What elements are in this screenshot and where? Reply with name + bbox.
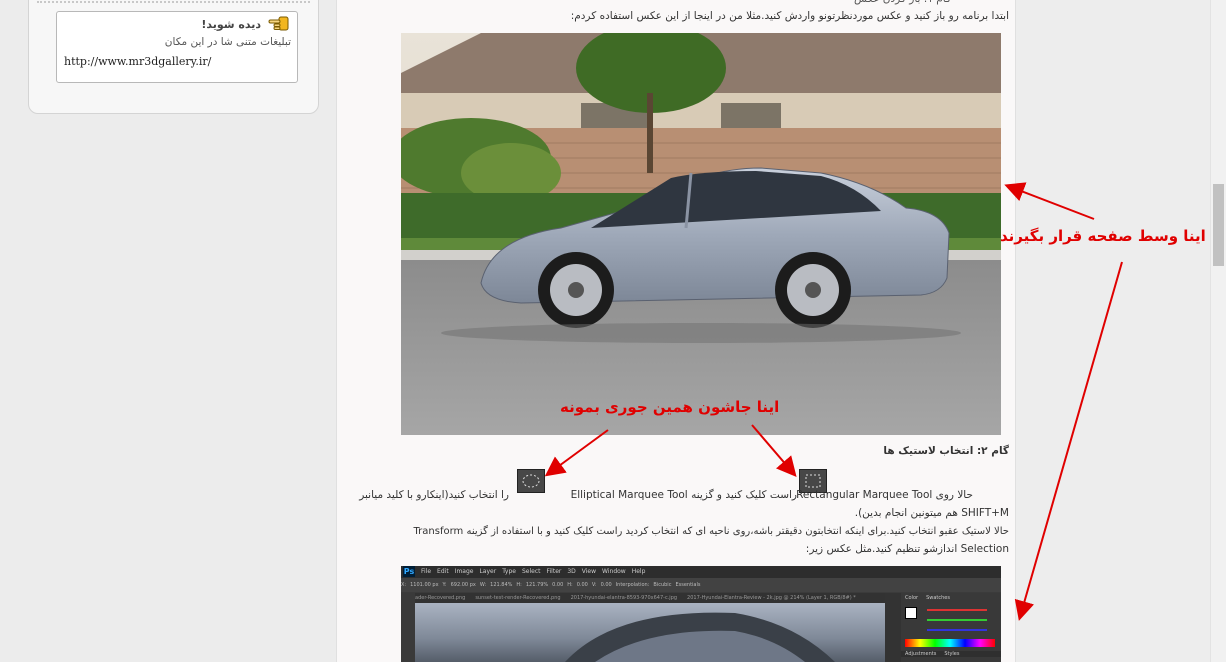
page-scrollbar[interactable]	[1210, 0, 1226, 662]
ps-tab: ader-Recovered.png	[415, 595, 466, 601]
tools-note-annotation: اینا جاشون همین جوری بمونه	[560, 398, 780, 416]
sidebar-widget: دیده شوید! تبلیغات متنی شا در این مکان h…	[28, 0, 319, 114]
ps-menu-item: Select	[521, 568, 541, 575]
arrow-to-photo	[1004, 182, 1095, 220]
ps-menu-item: Layer	[479, 568, 497, 575]
ad-title: دیده شوید!	[201, 18, 261, 31]
ad-subtitle: تبلیغات متنی شا در این مکان	[164, 36, 291, 48]
ps-option: Y:	[442, 582, 447, 588]
ps-menubar: Ps File Edit Image Layer Type Select Filter 3D V…	[401, 566, 1001, 578]
ps-menu-items: File Edit Image Layer Type Select Filter 3D View…	[421, 566, 651, 578]
ps-tab: 2017-hyundai-elantra-8593-970x647-c.jpg	[570, 595, 678, 601]
ps-menu-item: Help	[631, 568, 646, 575]
photoshop-logo-icon: Ps	[403, 566, 415, 577]
ps-option: W:	[479, 582, 487, 588]
ps-menu-item: Edit	[437, 568, 449, 575]
ps-option: Interpolation:	[615, 582, 650, 588]
ps-tab: sunset-test-render-Recovered.png	[475, 595, 561, 601]
ps-option: 0.00	[576, 582, 588, 588]
center-note-annotation: اینا وسط صفحه قرار بگیرند	[1000, 227, 1206, 245]
ps-tab: 2017-Hyundai-Elantra-Review - 2k.jpg @ 2…	[687, 595, 856, 601]
article-content: گام ۱: باز کردن عکس ابتدا برنامه رو باز …	[336, 0, 1016, 662]
ps-option: 0.00	[600, 582, 612, 588]
ps-menu-item: Type	[502, 568, 516, 575]
ps-options-bar: X: 1101.00 px Y: 692.00 px W: 121.84% H: 121.79…	[401, 578, 1001, 592]
ps-option: V:	[591, 582, 597, 588]
step2-line1-a: حالا روی Rectangular Marquee Tool	[796, 489, 973, 501]
step2-line1-c: را انتخاب کنید(اینکارو با کلید میانبر	[359, 489, 509, 501]
ps-panel-tab: Color	[905, 595, 919, 601]
intro-text: ابتدا برنامه رو باز کنید و عکس مورد‌نظرت…	[570, 10, 1009, 22]
ps-menu-item: Image	[454, 568, 474, 575]
ps-option: Essentials	[675, 582, 701, 588]
scrollbar-thumb[interactable]	[1213, 184, 1224, 266]
ps-menu-item: 3D	[567, 568, 576, 575]
ps-option: 692.00 px	[450, 582, 476, 588]
ps-menu-item: File	[421, 568, 432, 575]
ps-option: X:	[401, 582, 407, 588]
step2-para2-line1: حالا لاستیک عقبو انتخاب کنید.برای اینکه …	[413, 526, 1009, 537]
ps-option: Bicubic	[653, 582, 672, 588]
ps-panel-tab: Swatches	[926, 595, 950, 601]
ps-option: H:	[516, 582, 522, 588]
step2-para2-line2: Selection اندازشو تنظیم کنید.مثل عکس زیر…	[805, 543, 1009, 555]
ps-option: 0.00	[552, 582, 564, 588]
ps-panel-tab: Styles	[944, 651, 960, 657]
step2-heading: گام ۲: انتخاب لاستیک ها	[883, 445, 1009, 457]
ps-menu-item: Filter	[546, 568, 562, 575]
ps-panel-icons	[885, 593, 901, 662]
ps-option: 121.79%	[525, 582, 549, 588]
ps-toolbar	[401, 593, 415, 662]
ps-panel-tab: Adjustments	[905, 651, 937, 657]
elliptical-marquee-tool-icon	[517, 469, 545, 493]
photoshop-screenshot: Ps File Edit Image Layer Type Select Filter 3D V…	[401, 566, 1001, 662]
ps-option: H:	[567, 582, 573, 588]
ps-right-panels: Color Swatches Adjustments Styles	[901, 593, 1001, 662]
arrow-to-screenshot	[1014, 261, 1123, 621]
ps-document-tabs: ader-Recovered.png sunset-test-render-Rec…	[415, 593, 885, 603]
step1-heading: گام ۱: باز کردن عکس	[651, 0, 951, 8]
ad-url-link[interactable]: http://www.mr3dgallery.ir/	[64, 55, 211, 68]
pointing-hand-icon	[268, 16, 289, 31]
step2-line1-b: راست کلیک کنید و گزینه Elliptical Marque…	[570, 489, 797, 501]
car-photo	[401, 33, 1001, 435]
ps-option: 1101.00 px	[410, 582, 439, 588]
ps-canvas	[415, 603, 885, 662]
ps-menu-item: View	[581, 568, 597, 575]
text-ad-box[interactable]: دیده شوید! تبلیغات متنی شا در این مکان h…	[56, 11, 298, 83]
step2-line2: SHIFT+M هم میتونین انجام بدین).	[854, 507, 1009, 519]
ps-menu-item: Window	[602, 568, 626, 575]
ps-option: 121.84%	[490, 582, 513, 588]
dotted-divider	[37, 1, 310, 3]
